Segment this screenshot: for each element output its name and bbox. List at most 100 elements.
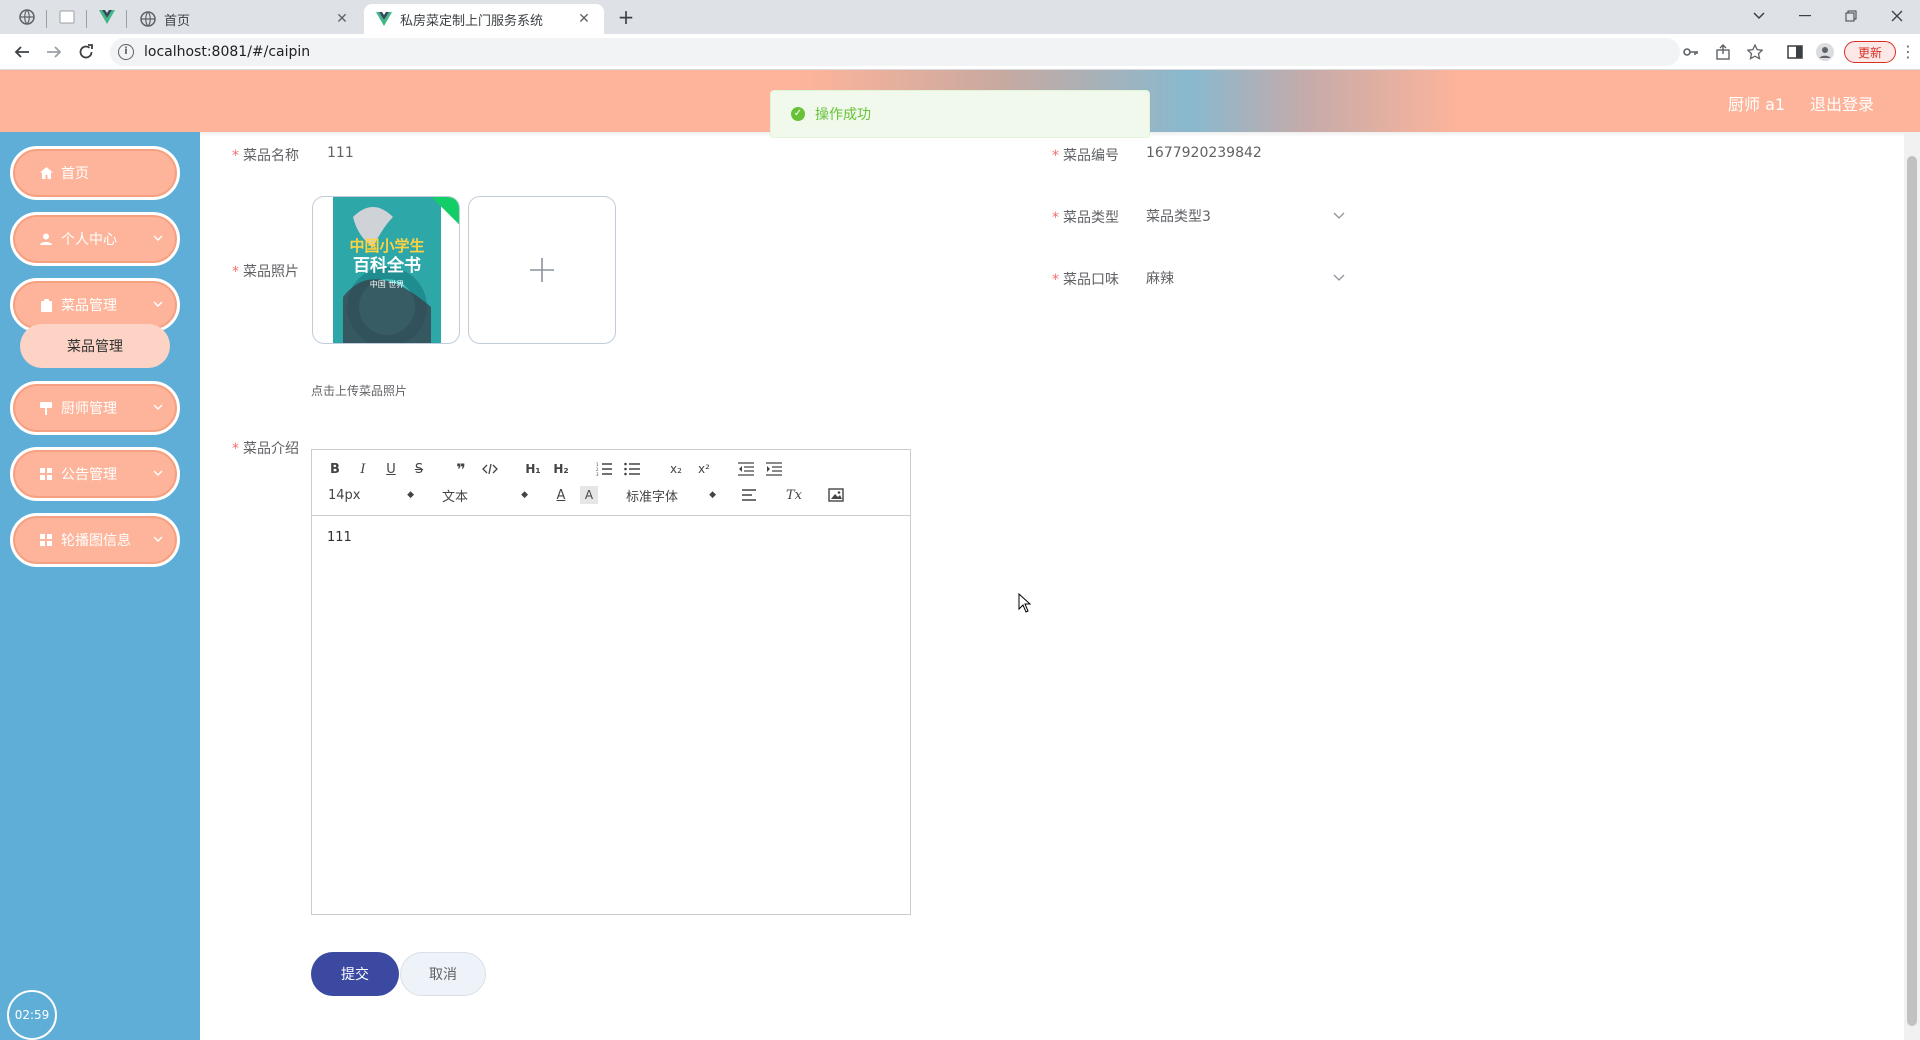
mouse-cursor-icon [1018, 593, 1032, 613]
chevron-down-icon [1332, 208, 1346, 222]
chevron-down-icon [1332, 270, 1346, 284]
new-tab-button[interactable]: + [614, 5, 638, 29]
book-title-line: 百科全书 [353, 255, 421, 276]
pinned-tab-vue[interactable] [92, 6, 122, 28]
header-select[interactable]: 文本 ◆ [442, 486, 528, 505]
clear-format-icon[interactable]: Tx [784, 486, 804, 504]
field-label-name: * 菜品名称 [232, 148, 299, 164]
browser-update-button[interactable]: 更新 [1844, 41, 1896, 63]
background-color-icon[interactable]: A [580, 486, 598, 504]
editor-content-area[interactable]: 111 [312, 516, 910, 559]
chevron-down-icon [153, 233, 163, 243]
field-label-photo: * 菜品照片 [232, 264, 299, 280]
tab-search-chevron-icon[interactable] [1736, 2, 1782, 30]
clipboard-icon [39, 298, 53, 312]
chevron-down-icon [153, 402, 163, 412]
sidebar-item-notice-management[interactable]: 公告管理 [10, 447, 180, 501]
dish-name-input[interactable]: 111 [327, 145, 354, 161]
key-icon[interactable] [1682, 43, 1700, 61]
italic-icon[interactable]: I [354, 460, 372, 478]
tab-home[interactable]: 首页 ✕ [128, 4, 362, 34]
bullet-list-icon[interactable] [622, 460, 642, 478]
forward-arrow-icon[interactable] [42, 40, 66, 64]
align-left-icon[interactable] [740, 486, 760, 504]
cancel-button[interactable]: 取消 [400, 952, 486, 996]
editor-toolbar: B I U S ❞ H₁ H₂ 123 x₂ x² 14px ◆ 文本 ◆ A … [312, 450, 910, 516]
field-label-code: * 菜品编号 [1052, 148, 1119, 164]
bookmark-star-icon[interactable] [1746, 43, 1764, 61]
sidebar-item-personal-center[interactable]: 个人中心 [10, 212, 180, 266]
tab-active-system[interactable]: 私房菜定制上门服务系统 ✕ [364, 4, 604, 34]
share-icon[interactable] [1714, 43, 1732, 61]
close-tab-icon[interactable]: ✕ [576, 11, 592, 27]
ordered-list-icon[interactable]: 123 [594, 460, 614, 478]
sidebar-item-home[interactable]: 首页 [10, 146, 180, 200]
image-icon[interactable] [826, 486, 846, 504]
tab-separator [126, 10, 127, 28]
current-user-label: 厨师 a1 [1728, 95, 1786, 114]
restore-window-icon[interactable] [1828, 2, 1874, 30]
browser-menu-icon[interactable]: ⋮ [1900, 42, 1916, 62]
chef-board-icon [39, 401, 53, 415]
dish-code-input[interactable]: 1677920239842 [1146, 145, 1262, 161]
required-asterisk: * [232, 148, 239, 164]
select-arrows-icon: ◆ [521, 490, 528, 500]
site-info-icon[interactable]: i [118, 44, 134, 60]
editor-content-text: 111 [327, 530, 352, 545]
outdent-icon[interactable] [736, 460, 756, 478]
book-title-line: 中国 世界 [370, 279, 405, 289]
success-toast: ✓ 操作成功 [770, 90, 1150, 138]
side-panel-icon[interactable] [1786, 43, 1804, 61]
chevron-down-icon [153, 299, 163, 309]
text-color-icon[interactable]: A [552, 486, 570, 504]
upload-add-button[interactable] [468, 196, 616, 344]
profile-avatar-icon[interactable] [1816, 43, 1834, 61]
close-window-icon[interactable] [1874, 2, 1920, 30]
url-omnibox[interactable]: i localhost:8081/#/caipin [110, 38, 1680, 66]
minimize-window-icon[interactable] [1782, 2, 1828, 30]
indent-icon[interactable] [764, 460, 784, 478]
underline-icon[interactable]: U [382, 460, 400, 478]
tab-separator [86, 10, 87, 28]
header-1-icon[interactable]: H₁ [522, 460, 544, 478]
book-title-line: 中国小学生 [349, 237, 424, 255]
toast-message: 操作成功 [815, 107, 871, 123]
reload-icon[interactable] [74, 40, 98, 64]
success-check-icon: ✓ [791, 107, 805, 121]
required-asterisk: * [232, 441, 239, 457]
bold-icon[interactable]: B [326, 460, 344, 478]
strikethrough-icon[interactable]: S [410, 460, 428, 478]
font-size-select[interactable]: 14px ◆ [328, 486, 414, 504]
page-scrollbar-thumb[interactable] [1907, 156, 1917, 1026]
code-block-icon[interactable] [480, 460, 500, 478]
back-arrow-icon[interactable] [10, 40, 34, 64]
required-asterisk: * [232, 264, 239, 280]
font-size-value: 14px [328, 487, 361, 503]
superscript-icon[interactable]: x² [694, 460, 714, 478]
vue-logo-icon [99, 10, 115, 24]
dish-taste-select[interactable]: 麻辣 [1146, 262, 1346, 294]
subscript-icon[interactable]: x₂ [666, 460, 686, 478]
font-family-select[interactable]: 标准字体 ◆ [626, 486, 716, 505]
sidebar-item-label: 首页 [61, 166, 89, 182]
required-asterisk: * [1052, 148, 1059, 164]
sidebar-item-carousel-info[interactable]: 轮播图信息 [10, 513, 180, 567]
close-tab-icon[interactable]: ✕ [334, 11, 350, 27]
chevron-down-icon [153, 468, 163, 478]
dish-type-select[interactable]: 菜品类型3 [1146, 200, 1346, 232]
submit-button[interactable]: 提交 [311, 952, 399, 996]
required-asterisk: * [1052, 210, 1059, 226]
header-2-icon[interactable]: H₂ [550, 460, 572, 478]
sidebar-item-label: 轮播图信息 [61, 533, 131, 549]
sidebar-item-chef-management[interactable]: 厨师管理 [10, 381, 180, 435]
blockquote-icon[interactable]: ❞ [452, 460, 470, 479]
sidebar-subitem-dish-management[interactable]: 菜品管理 [20, 324, 170, 368]
logout-link[interactable]: 退出登录 [1810, 91, 1874, 115]
uploaded-photo-thumbnail[interactable]: 中国小学生 百科全书 中国 世界 [312, 196, 460, 344]
user-icon [39, 232, 53, 246]
pinned-tab-globe[interactable] [12, 6, 42, 28]
pinned-tab-blank[interactable] [52, 6, 82, 28]
grid-icon [39, 467, 53, 481]
sidebar-item-label: 公告管理 [61, 467, 117, 483]
sidebar: 首页 个人中心 菜品管理 菜品管理 厨师管理 公告管理 轮播图信息 [0, 132, 200, 1040]
